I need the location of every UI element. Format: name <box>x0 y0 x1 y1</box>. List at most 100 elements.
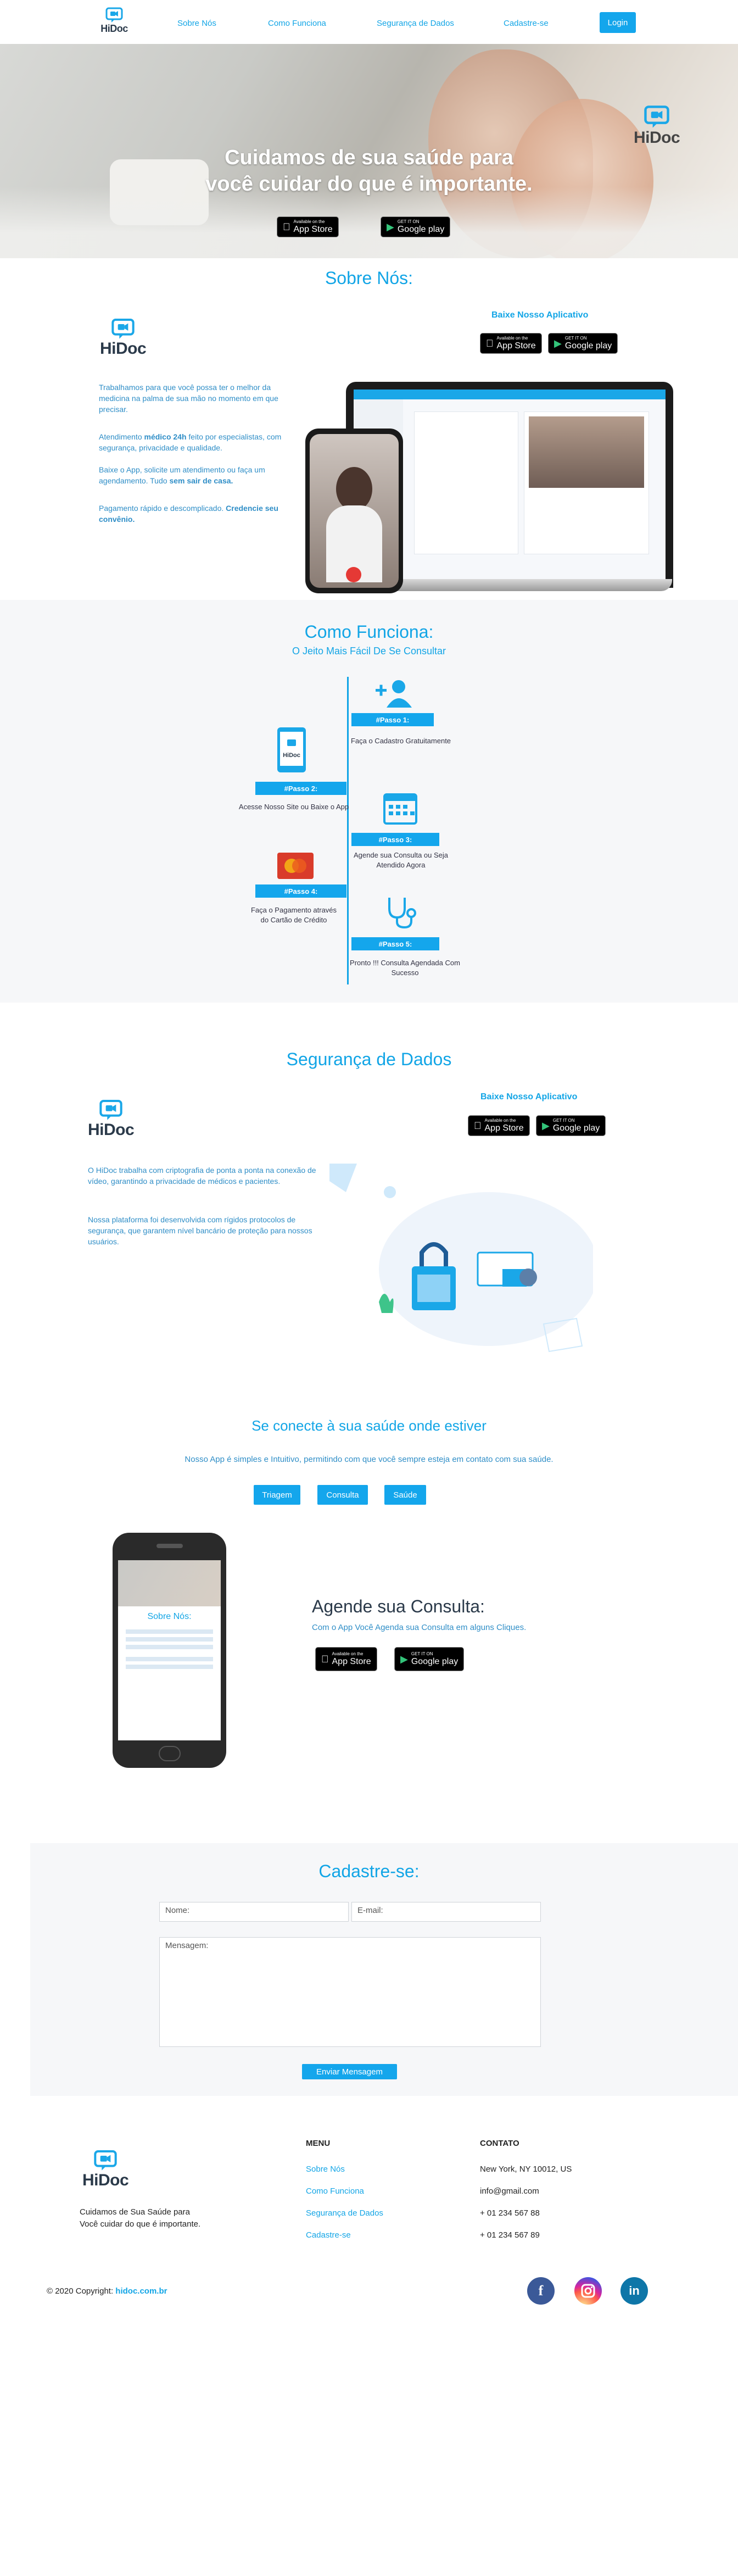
hero-logo: HiDoc <box>634 104 680 147</box>
nav-link-cadastre[interactable]: Cadastre-se <box>504 19 549 28</box>
big-phone-text-line <box>126 1665 213 1669</box>
apple-icon:  <box>283 221 290 233</box>
end-call-button[interactable] <box>346 567 361 582</box>
big-phone-mockup: Sobre Nós: <box>113 1533 226 1768</box>
security-illustration <box>329 1164 593 1353</box>
sobre-p4-pre: Pagamento rápido e descomplicado. <box>99 504 226 513</box>
nav-link-seguranca[interactable]: Segurança de Dados <box>377 19 454 28</box>
googleplay-small: GET IT ON <box>564 336 587 341</box>
agende-title: Agende sua Consulta: <box>312 1596 485 1616</box>
conecte-subtitle: Nosso App é simples e Intuitivo, permiti… <box>185 1455 554 1464</box>
hero-title-line2: você cuidar do que é importante. <box>205 173 533 196</box>
laptop-app-form <box>414 411 518 554</box>
phone-home-button <box>159 1746 181 1761</box>
nav-logo[interactable]: HiDoc <box>98 7 131 35</box>
como-title: Como Funciona: <box>304 622 434 642</box>
nav-link-sobre[interactable]: Sobre Nós <box>177 19 216 28</box>
nav-link-como[interactable]: Como Funciona <box>268 19 326 28</box>
appstore-badge[interactable]:  Available on theApp Store <box>277 216 339 237</box>
appstore-small: Available on the <box>325 1651 364 1656</box>
agende-text: Com o App Você Agenda sua Consulta em al… <box>312 1623 527 1632</box>
email-input[interactable]: E-mail: <box>351 1902 541 1922</box>
passo-2-badge: #Passo 2: <box>255 782 346 795</box>
footer-menu-sobre[interactable]: Sobre Nós <box>306 2165 345 2174</box>
sobre-appstore-badge[interactable]:  Available on theApp Store <box>480 333 542 354</box>
sobre-download-title: Baixe Nosso Aplicativo <box>491 310 589 320</box>
footer-contact-email: info@gmail.com <box>480 2186 539 2196</box>
apple-icon:  <box>486 338 494 349</box>
calendar-icon <box>383 793 417 825</box>
googleplay-big: Google play <box>411 1657 459 1666</box>
googleplay-small: GET IT ON <box>552 1118 575 1123</box>
seguranca-logo: HiDoc <box>88 1099 135 1139</box>
footer-menu-seguranca[interactable]: Segurança de Dados <box>306 2208 383 2218</box>
sobre-p2-bold: médico 24h <box>144 432 187 441</box>
big-phone-text-line <box>126 1629 213 1634</box>
passo-2-text: Acesse Nosso Site ou Baixe o App <box>238 803 349 811</box>
sobre-logo: HiDoc <box>100 318 147 358</box>
tab-consulta[interactable]: Consulta <box>317 1485 368 1505</box>
seguranca-title: Segurança de Dados <box>286 1049 452 1069</box>
appstore-big: App Store <box>286 225 333 234</box>
apple-icon:  <box>474 1120 482 1132</box>
cadastro-title: Cadastre-se: <box>318 1861 420 1881</box>
sobre-p2-pre: Atendimento <box>99 432 144 441</box>
laptop-video-feed <box>529 416 644 488</box>
tab-triagem[interactable]: Triagem <box>254 1485 300 1505</box>
footer-copyright: © 2020 Copyright: hidoc.com.br <box>47 2286 167 2296</box>
sobre-googleplay-badge[interactable]: ▶ GET IT ON Google play <box>548 333 618 354</box>
copyright-link[interactable]: hidoc.com.br <box>115 2286 167 2296</box>
phone-video-call <box>310 434 399 588</box>
nav-logo-text: HiDoc <box>100 23 128 34</box>
apple-icon:  <box>321 1654 329 1665</box>
instagram-icon[interactable] <box>574 2277 602 2305</box>
appstore-small: Available on the <box>477 1118 516 1123</box>
footer-contact-title: CONTATO <box>480 2139 519 2148</box>
big-phone-hero <box>118 1560 221 1606</box>
passo-4-badge: #Passo 4: <box>255 884 346 898</box>
play-icon: ▶ <box>387 221 394 232</box>
tab-saude[interactable]: Saúde <box>384 1485 426 1505</box>
login-button[interactable]: Login <box>600 12 636 33</box>
footer-contact-phone-1: + 01 234 567 88 <box>480 2208 540 2218</box>
facebook-icon[interactable]: f <box>527 2277 555 2305</box>
message-textarea[interactable]: Mensagem: <box>159 1937 541 2047</box>
appstore-big: App Store <box>489 341 536 350</box>
googleplay-small: GET IT ON <box>411 1651 433 1656</box>
sobre-p1: Trabalhamos para que você possa ter o me… <box>99 383 278 414</box>
hero-title-line1: Cuidamos de sua saúde para <box>225 146 513 169</box>
name-input[interactable]: Nome: <box>159 1902 349 1922</box>
seguranca-googleplay-badge[interactable]: ▶ GET IT ON Google play <box>536 1115 606 1136</box>
appstore-big: App Store <box>325 1657 371 1666</box>
copyright-prefix: © 2020 Copyright: <box>47 2286 116 2296</box>
googleplay-big: Google play <box>552 1123 600 1133</box>
seguranca-appstore-badge[interactable]:  Available on theApp Store <box>468 1115 530 1136</box>
seguranca-download-title: Baixe Nosso Aplicativo <box>480 1092 578 1101</box>
passo-1-text: Faça o Cadastro Gratuitamente <box>350 737 451 745</box>
footer-menu-como[interactable]: Como Funciona <box>306 2186 364 2196</box>
seguranca-p2: Nossa plataforma foi desenvolvida com rí… <box>88 1215 312 1246</box>
como-subtitle: O Jeito Mais Fácil De Se Consultar <box>292 646 446 656</box>
big-phone-text-line <box>126 1637 213 1642</box>
top-nav: HiDoc Sobre Nós Como Funciona Segurança … <box>0 0 738 44</box>
agende-appstore-badge[interactable]:  Available on theApp Store <box>315 1647 377 1671</box>
hero-title: Cuidamos de sua saúde para você cuidar d… <box>0 144 738 197</box>
phone-speaker <box>156 1544 183 1548</box>
sobre-p2: Atendimento médico 24h feito por especia… <box>99 431 292 453</box>
laptop-app-video <box>524 411 649 554</box>
send-message-button[interactable]: Enviar Mensagem <box>302 2064 397 2079</box>
googleplay-big: Google play <box>564 341 612 350</box>
big-phone-text-line <box>126 1645 213 1649</box>
agende-googleplay-badge[interactable]: ▶ GET IT ON Google play <box>394 1647 465 1671</box>
linkedin-icon[interactable]: in <box>620 2277 648 2305</box>
footer-tagline-1: Cuidamos de Sua Saúde para <box>80 2207 190 2217</box>
camera-chat-icon <box>105 7 123 23</box>
googleplay-big: Google play <box>397 225 445 234</box>
footer-logo-text: HiDoc <box>82 2171 129 2189</box>
credit-card-icon <box>277 853 314 879</box>
footer-logo: HiDoc <box>82 2149 129 2190</box>
footer-menu-cadastre[interactable]: Cadastre-se <box>306 2230 351 2240</box>
footer-tagline-2: Você cuidar do que é importante. <box>80 2219 201 2229</box>
appstore-small: Available on the <box>286 219 325 224</box>
googleplay-badge[interactable]: ▶ GET IT ON Google play <box>381 216 451 237</box>
